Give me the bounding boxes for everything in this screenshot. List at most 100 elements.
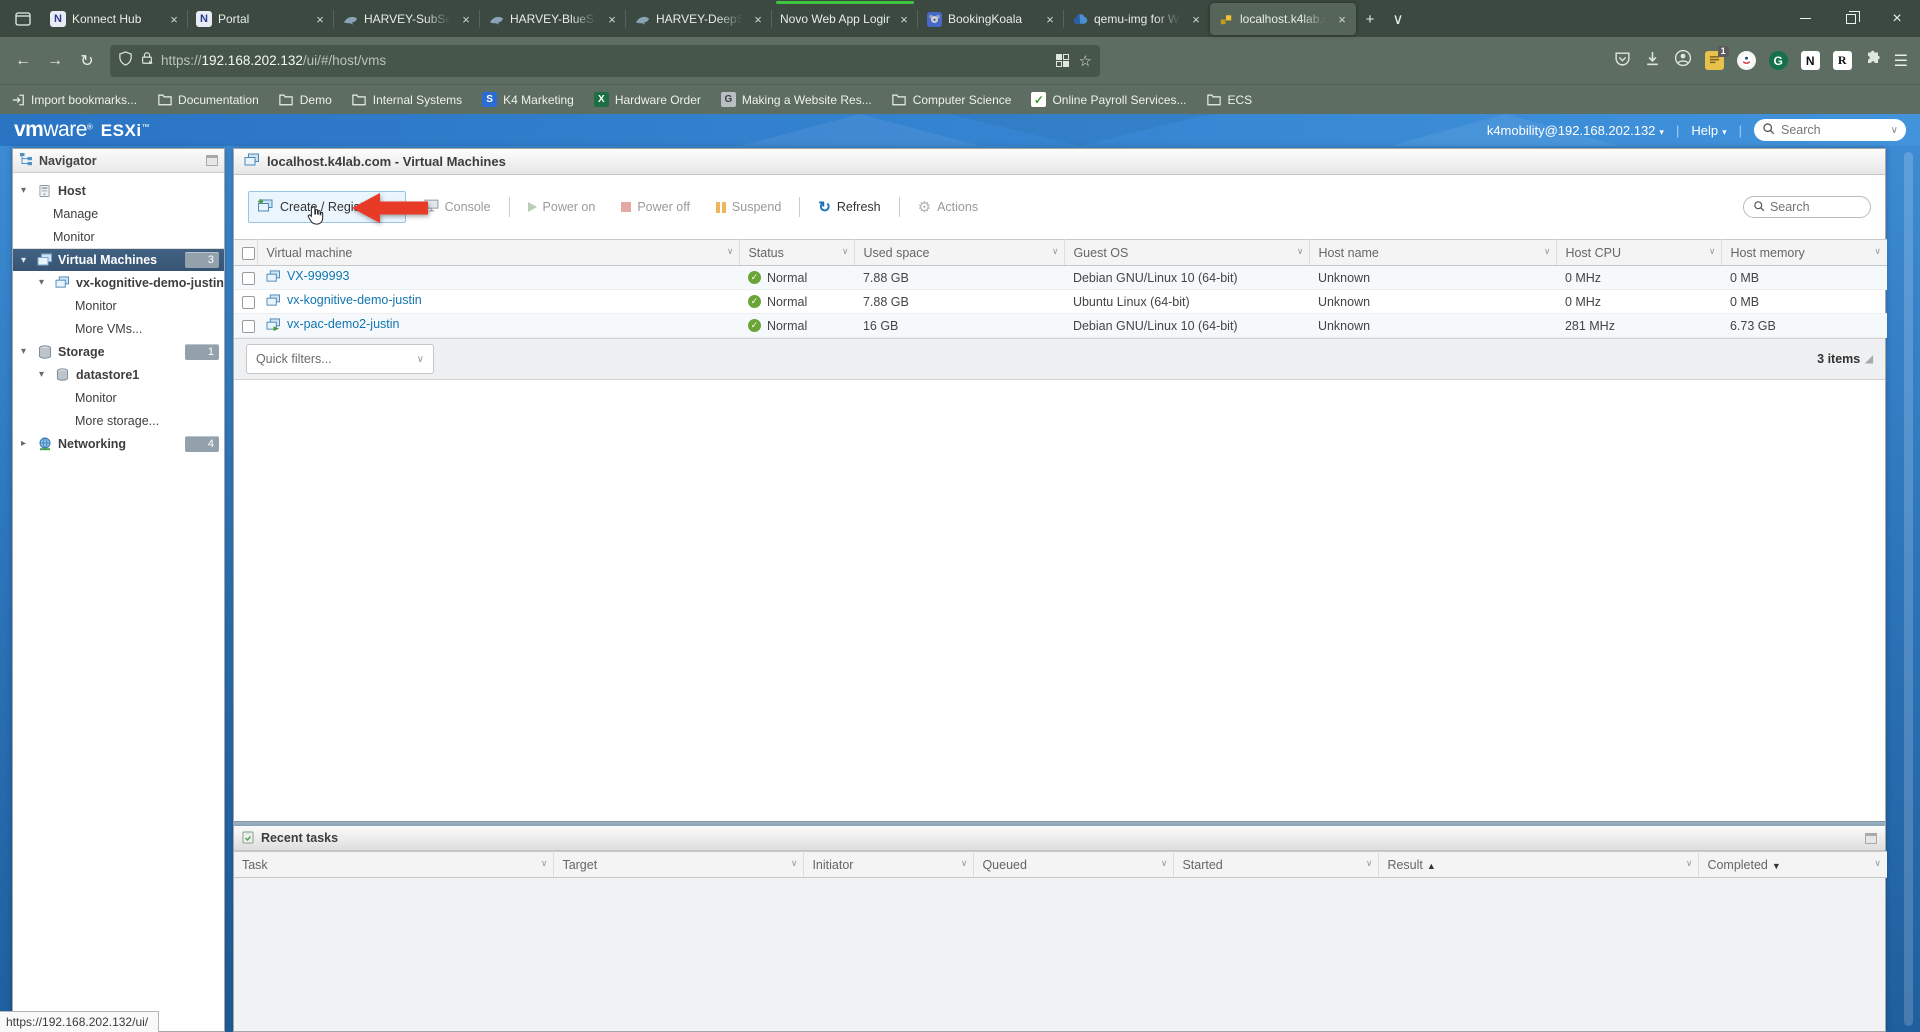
forward-button[interactable]: → xyxy=(40,46,70,76)
column-menu-icon[interactable]: ∨ xyxy=(791,858,798,869)
column-menu-icon[interactable]: ∨ xyxy=(1709,246,1716,257)
connection-lock-icon[interactable] xyxy=(140,51,154,70)
vm-table-row[interactable]: VX-999993 ✓Normal 7.88 GB Debian GNU/Lin… xyxy=(234,266,1887,290)
bookmark-folder-computer-science[interactable]: Computer Science xyxy=(892,92,1012,107)
close-icon[interactable]: × xyxy=(750,12,766,27)
close-icon[interactable]: × xyxy=(1042,12,1058,27)
col-completed[interactable]: Completed▼∨ xyxy=(1699,852,1887,878)
col-queued[interactable]: Queued∨ xyxy=(974,852,1174,878)
col-target[interactable]: Target∨ xyxy=(554,852,804,878)
user-menu[interactable]: k4mobility@192.168.202.132▾ xyxy=(1487,123,1664,138)
bookmark-online-payroll[interactable]: ✓Online Payroll Services... xyxy=(1031,92,1186,107)
chevron-down-icon[interactable]: ∨ xyxy=(1891,125,1898,136)
nav-item-datastore1[interactable]: ▾ datastore1 xyxy=(13,363,224,386)
tab-konnect-hub[interactable]: N Konnect Hub × xyxy=(42,3,188,35)
tree-closed-icon[interactable]: ▸ xyxy=(21,438,31,449)
window-minimize-button[interactable] xyxy=(1782,0,1828,37)
row-checkbox[interactable] xyxy=(242,320,255,333)
close-icon[interactable]: × xyxy=(1334,12,1350,27)
vm-table-search-input[interactable] xyxy=(1770,200,1850,214)
close-icon[interactable]: × xyxy=(604,12,620,27)
nav-item-host-manage[interactable]: Manage xyxy=(13,202,224,225)
notion-icon[interactable]: N xyxy=(1801,51,1820,70)
bookmark-folder-internal-systems[interactable]: Internal Systems xyxy=(352,92,462,107)
tree-open-icon[interactable]: ▾ xyxy=(39,369,49,380)
window-close-button[interactable]: × xyxy=(1874,0,1920,37)
power-off-button[interactable]: Power off xyxy=(613,194,698,220)
bookmark-making-website[interactable]: GMaking a Website Res... xyxy=(721,92,872,107)
new-tab-button[interactable]: + xyxy=(1356,5,1384,33)
col-started[interactable]: Started∨ xyxy=(1174,852,1379,878)
column-menu-icon[interactable]: ∨ xyxy=(727,246,734,257)
page-scrollbar[interactable] xyxy=(1904,152,1913,1026)
nav-item-networking[interactable]: ▸ Networking 4 xyxy=(13,432,224,455)
col-host-cpu[interactable]: Host CPU∨ xyxy=(1557,240,1722,266)
close-icon[interactable]: × xyxy=(166,12,182,27)
col-status[interactable]: Status∨ xyxy=(740,240,855,266)
url-bar[interactable]: https://192.168.202.132/ui/#/host/vms ☆ xyxy=(110,45,1100,77)
grammarly-icon[interactable]: G xyxy=(1769,51,1788,70)
nav-item-virtual-machines[interactable]: ▾ Virtual Machines 3 xyxy=(13,248,224,271)
col-task[interactable]: Task∨ xyxy=(234,852,554,878)
column-menu-icon[interactable]: ∨ xyxy=(1874,858,1881,869)
extensions-puzzle-icon[interactable] xyxy=(1865,50,1881,71)
suspend-button[interactable]: Suspend xyxy=(708,194,789,220)
vm-name-link[interactable]: vx-kognitive-demo-justin xyxy=(266,293,422,307)
vm-table-row[interactable]: vx-pac-demo2-justin ✓Normal 16 GB Debian… xyxy=(234,314,1887,338)
tab-qemu-img[interactable]: qemu-img for Window × xyxy=(1064,3,1210,35)
col-initiator[interactable]: Initiator∨ xyxy=(804,852,974,878)
column-menu-icon[interactable]: ∨ xyxy=(1366,858,1373,869)
menu-hamburger-icon[interactable]: ☰ xyxy=(1894,51,1908,71)
maximize-panel-icon[interactable] xyxy=(1865,833,1877,844)
collapse-panel-icon[interactable] xyxy=(206,155,218,166)
nav-item-more-vms[interactable]: More VMs... xyxy=(13,317,224,340)
tracking-protection-shield-icon[interactable] xyxy=(118,51,133,71)
close-icon[interactable]: × xyxy=(896,12,912,27)
actions-button[interactable]: ⚙Actions xyxy=(910,194,986,221)
extension-notes-icon[interactable]: 1 xyxy=(1705,51,1724,70)
column-menu-icon[interactable]: ∨ xyxy=(842,246,849,257)
column-menu-icon[interactable]: ∨ xyxy=(961,858,968,869)
bookmark-k4-marketing[interactable]: SK4 Marketing xyxy=(482,92,574,107)
column-menu-icon[interactable]: ∨ xyxy=(1161,858,1168,869)
column-menu-icon[interactable]: ∨ xyxy=(1686,858,1693,869)
col-guest-os[interactable]: Guest OS∨ xyxy=(1065,240,1310,266)
containers-grid-icon[interactable] xyxy=(1056,54,1069,67)
bookmark-folder-demo[interactable]: Demo xyxy=(279,92,332,107)
tab-harvey-deepsea[interactable]: HARVEY-DeepSea-ES12 × xyxy=(626,3,772,35)
reload-button[interactable]: ↻ xyxy=(72,46,102,76)
close-icon[interactable]: × xyxy=(312,12,328,27)
list-all-tabs-button[interactable]: ∨ xyxy=(1384,5,1412,33)
vm-table-search-box[interactable] xyxy=(1743,196,1871,218)
column-menu-icon[interactable]: ∨ xyxy=(1874,246,1881,257)
tab-bookingkoala[interactable]: BookingKoala × xyxy=(918,3,1064,35)
extension-avatar-icon[interactable] xyxy=(1737,51,1756,70)
col-host-name[interactable]: Host name∨ xyxy=(1310,240,1557,266)
nav-item-storage[interactable]: ▾ Storage 1 xyxy=(13,340,224,363)
vm-name-link[interactable]: VX-999993 xyxy=(266,269,350,283)
tab-localhost-esxi-active[interactable]: localhost.k4lab.com - V × xyxy=(1210,3,1356,35)
tree-open-icon[interactable]: ▾ xyxy=(21,185,31,196)
firefox-view-icon[interactable] xyxy=(6,2,40,36)
bookmark-folder-documentation[interactable]: Documentation xyxy=(157,92,259,107)
tab-harvey-subsea[interactable]: HARVEY-SubSea-ES147 × xyxy=(334,3,480,35)
tab-harvey-bluesea[interactable]: HARVEY-BlueSea-ES12 × xyxy=(480,3,626,35)
tree-open-icon[interactable]: ▾ xyxy=(21,255,31,266)
bookmark-folder-ecs[interactable]: ECS xyxy=(1207,92,1253,107)
bookmark-hardware-order[interactable]: XHardware Order xyxy=(594,92,701,107)
vm-table-row[interactable]: vx-kognitive-demo-justin ✓Normal 7.88 GB… xyxy=(234,290,1887,314)
account-icon[interactable] xyxy=(1674,49,1692,72)
tree-open-icon[interactable]: ▾ xyxy=(39,277,49,288)
vm-name-link[interactable]: vx-pac-demo2-justin xyxy=(266,317,400,331)
nav-item-vm-child[interactable]: ▾ vx-kognitive-demo-justin xyxy=(13,271,224,294)
back-button[interactable]: ← xyxy=(8,46,38,76)
col-used-space[interactable]: Used space∨ xyxy=(855,240,1065,266)
pocket-shield-icon[interactable] xyxy=(1614,50,1631,72)
power-on-button[interactable]: Power on xyxy=(520,194,604,220)
resize-grip-icon[interactable]: ◢ xyxy=(1865,354,1873,365)
select-all-checkbox[interactable] xyxy=(242,247,255,260)
col-result[interactable]: Result▲∨ xyxy=(1379,852,1699,878)
nav-item-storage-monitor[interactable]: Monitor xyxy=(13,386,224,409)
col-host-memory[interactable]: Host memory∨ xyxy=(1722,240,1887,266)
r-extension-icon[interactable]: R xyxy=(1833,51,1852,70)
